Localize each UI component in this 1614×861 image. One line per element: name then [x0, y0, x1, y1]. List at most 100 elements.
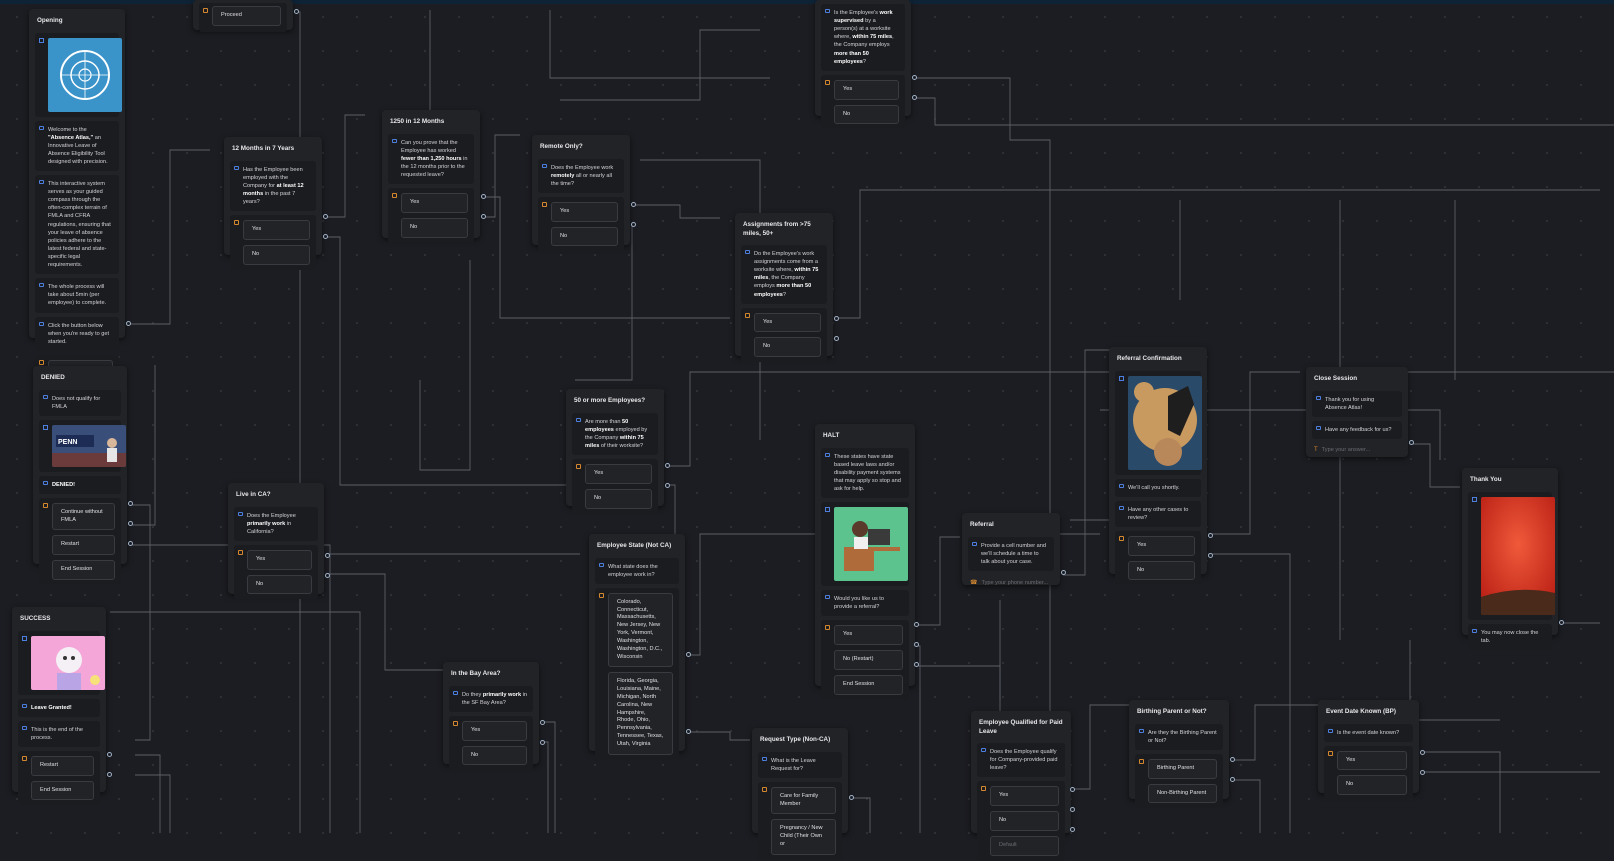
no-port[interactable]	[540, 740, 545, 745]
birthing-port[interactable]	[1230, 757, 1235, 762]
no-port[interactable]	[481, 214, 486, 219]
no-button[interactable]: No	[834, 104, 899, 125]
end-session-button[interactable]: End Session	[31, 780, 94, 801]
node-1250-in-12-months[interactable]: 1250 in 12 Months Can you prove that the…	[382, 110, 486, 243]
yes-port[interactable]	[323, 214, 328, 219]
yes-button[interactable]: Yes	[243, 220, 310, 240]
node-employee-state[interactable]: Employee State (Not CA) What state does …	[589, 534, 691, 760]
yes-button[interactable]: Yes	[1337, 750, 1407, 771]
yes-port[interactable]	[1420, 750, 1425, 755]
yes-port[interactable]	[1208, 533, 1213, 538]
end-session-button[interactable]: End Session	[834, 674, 903, 695]
no-button[interactable]: No	[1128, 560, 1195, 581]
group-2-port[interactable]	[686, 729, 691, 734]
no-button[interactable]: No	[401, 217, 468, 238]
node-50-or-more-employees[interactable]: 50 or more Employees? Are more than 50 e…	[566, 389, 670, 514]
care-for-family-button[interactable]: Care for Family Member	[771, 786, 836, 815]
no-port[interactable]	[1070, 807, 1075, 812]
birthing-parent-button[interactable]: Birthing Parent	[1148, 758, 1217, 779]
node-referral[interactable]: Referral Provide a cell number and we'll…	[962, 513, 1066, 586]
node-referral-confirmation[interactable]: Referral Confirmation We'll call you sho…	[1109, 347, 1213, 586]
yes-button[interactable]: Yes	[754, 312, 821, 333]
care-port[interactable]	[849, 795, 854, 800]
state-group-2-button[interactable]: Florida, Georgia, Louisiana, Maine, Mich…	[608, 672, 673, 755]
restart-button[interactable]: Restart	[31, 755, 94, 776]
no-port[interactable]	[1208, 553, 1213, 558]
node-assignments[interactable]: Assignments from >75 miles, 50+ Do the E…	[735, 213, 839, 363]
non-birthing-parent-button[interactable]: Non-Birthing Parent	[1148, 783, 1217, 804]
yes-button[interactable]: Yes	[247, 549, 312, 570]
default-port[interactable]	[1070, 827, 1075, 832]
no-button[interactable]: No	[1337, 775, 1407, 796]
yes-port[interactable]	[665, 463, 670, 468]
yes-button[interactable]: Yes	[401, 193, 468, 213]
node-denied[interactable]: DENIED Does not qualify for FMLA PENN DE…	[33, 366, 133, 586]
end-session-port[interactable]	[914, 662, 919, 667]
no-button[interactable]: No	[990, 811, 1059, 831]
node-success[interactable]: SUCCESS Leave Granted! This is the end o…	[12, 607, 112, 806]
non-birthing-port[interactable]	[1230, 777, 1235, 782]
no-button[interactable]: No	[754, 337, 821, 358]
no-button[interactable]: No	[462, 745, 527, 766]
yes-button[interactable]: Yes	[462, 720, 527, 741]
no-button[interactable]: No	[243, 244, 310, 265]
no-port[interactable]	[631, 222, 636, 227]
no-port[interactable]	[834, 336, 839, 341]
node-live-in-ca[interactable]: Live in CA? Does the Employee primarily …	[228, 483, 330, 600]
continue-without-fmla-button[interactable]: Continue without FMLA	[52, 502, 115, 531]
state-group-1-button[interactable]: Colorado, Connecticut, Massachusetts, Ne…	[608, 592, 673, 668]
no-port[interactable]	[665, 483, 670, 488]
yes-button[interactable]: Yes	[834, 79, 899, 100]
end-session-button[interactable]: End Session	[52, 560, 115, 581]
yes-port[interactable]	[325, 553, 330, 558]
yes-port[interactable]	[834, 316, 839, 321]
node-halt[interactable]: HALT These states have state based leave…	[815, 424, 919, 700]
no-port[interactable]	[323, 234, 328, 239]
node-event-date-known[interactable]: Event Date Known (BP) Is the event date …	[1318, 700, 1425, 801]
yes-port[interactable]	[481, 194, 486, 199]
yes-port[interactable]	[1070, 787, 1075, 792]
restart-button[interactable]: Restart	[52, 535, 115, 556]
yes-button[interactable]: Yes	[990, 786, 1059, 807]
node-work-supervised[interactable]: Is the Employee's work supervised by a p…	[815, 0, 917, 130]
lets-go-port[interactable]	[126, 321, 131, 326]
restart-port[interactable]	[107, 752, 112, 757]
input-port[interactable]	[1061, 570, 1066, 575]
default-button[interactable]: Default	[990, 835, 1059, 856]
end-port[interactable]	[1559, 620, 1564, 625]
no-port[interactable]	[912, 95, 917, 100]
pregnancy-new-child-button[interactable]: Pregnancy / New Child (Their Own or	[771, 819, 836, 855]
yes-button[interactable]: Yes	[1128, 535, 1195, 556]
yes-button[interactable]: Yes	[585, 463, 652, 484]
feedback-input[interactable]: T Type your answer...	[1312, 443, 1402, 455]
node-opening[interactable]: Opening Welcome to the "Absence Atlas," …	[29, 9, 131, 386]
input-port[interactable]	[1409, 440, 1414, 445]
node-in-the-bay-area[interactable]: In the Bay Area? Do they primarily work …	[443, 662, 545, 771]
yes-button[interactable]: Yes	[551, 201, 618, 222]
proceed-port[interactable]	[294, 9, 299, 14]
end-session-port[interactable]	[128, 541, 133, 546]
node-paid-leave[interactable]: Employee Qualified for Paid Leave Does t…	[971, 711, 1075, 861]
node-thank-you[interactable]: Thank You You may now close the tab.	[1462, 468, 1564, 650]
yes-button[interactable]: Yes	[834, 625, 903, 646]
no-port[interactable]	[1420, 770, 1425, 775]
node-birthing-parent[interactable]: Birthing Parent or Not? Are they the Bir…	[1129, 700, 1235, 809]
yes-port[interactable]	[914, 622, 919, 627]
flow-canvas[interactable]: Proceed Opening Welcome to the "Absence …	[0, 0, 1614, 861]
no-restart-button[interactable]: No (Restart)	[834, 650, 903, 670]
node-proceed[interactable]: Proceed	[193, 0, 299, 32]
node-request-type[interactable]: Request Type (Non-CA) What is the Leave …	[752, 728, 854, 860]
no-restart-port[interactable]	[914, 642, 919, 647]
node-close-session[interactable]: Close Session Thank you for using Absenc…	[1306, 367, 1414, 457]
yes-port[interactable]	[912, 75, 917, 80]
yes-port[interactable]	[540, 720, 545, 725]
continue-port[interactable]	[128, 501, 133, 506]
node-remote-only[interactable]: Remote Only? Does the Employee work remo…	[532, 135, 636, 252]
restart-port[interactable]	[128, 521, 133, 526]
yes-port[interactable]	[631, 202, 636, 207]
node-12-months-in-7-years[interactable]: 12 Months in 7 Years Has the Employee be…	[224, 137, 328, 270]
no-button[interactable]: No	[551, 226, 618, 247]
no-button[interactable]: No	[585, 488, 652, 509]
no-button[interactable]: No	[247, 574, 312, 595]
end-session-port[interactable]	[107, 772, 112, 777]
